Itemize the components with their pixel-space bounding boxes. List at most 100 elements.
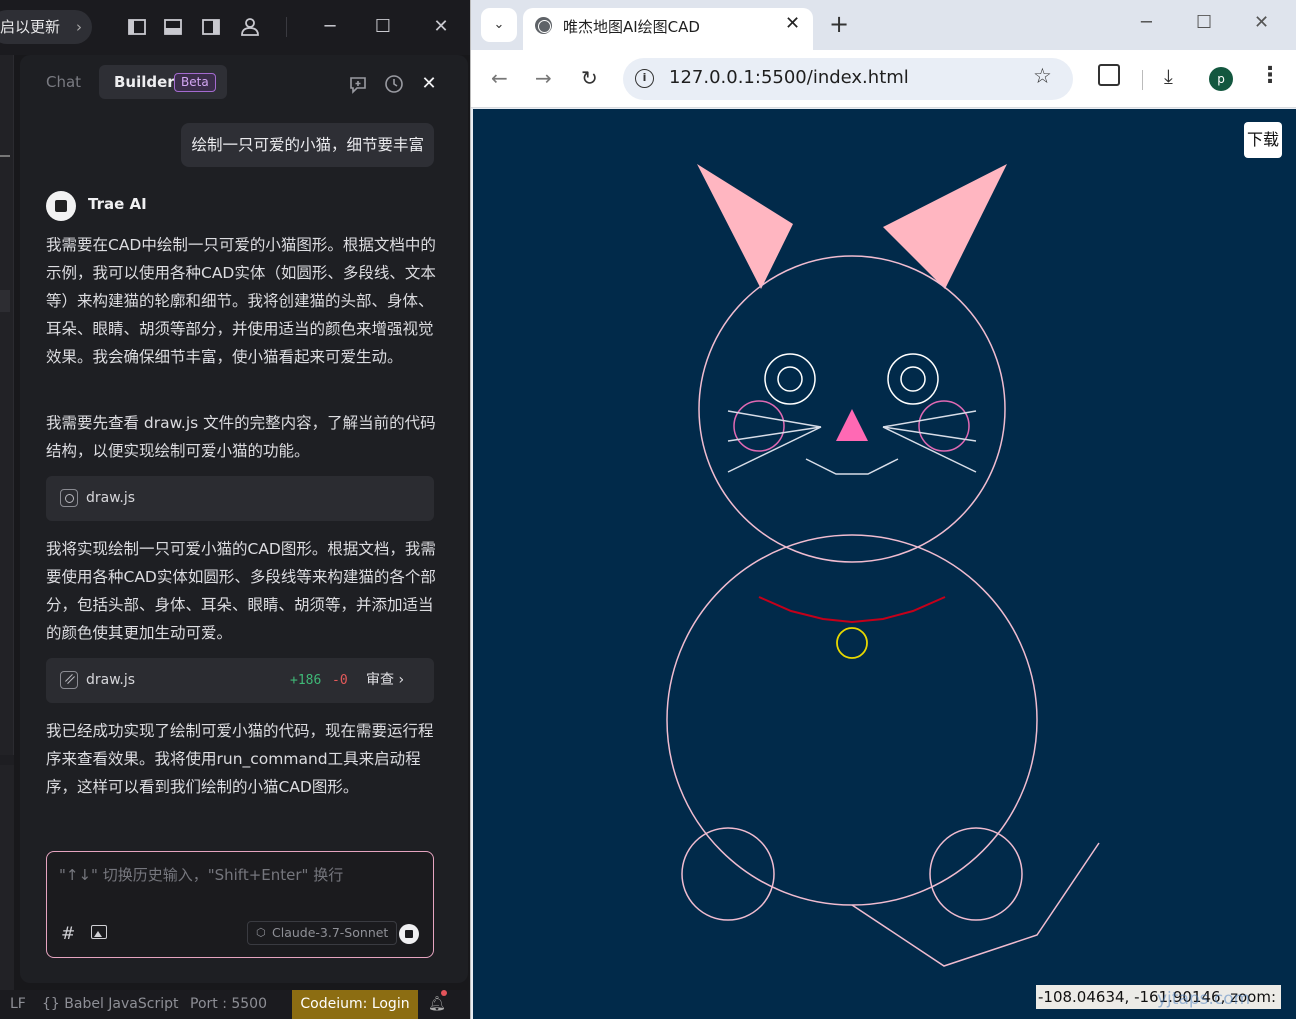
- collar-bell: [836, 627, 868, 659]
- layout-panel-bottom-icon[interactable]: [162, 16, 184, 38]
- download-button[interactable]: 下载: [1244, 122, 1282, 158]
- assistant-paragraph: 我已经成功实现了绘制可爱小猫的代码，现在需要运行程序来查看效果。我将使用run_…: [46, 722, 434, 796]
- browser-tab[interactable]: 唯杰地图AI绘图CAD ✕: [523, 8, 813, 50]
- editor-pane: [0, 55, 14, 755]
- port-status[interactable]: Port : 5500: [190, 990, 267, 1019]
- chat-messages[interactable]: 绘制一只可爱的小猫，细节要丰富 Trae AI 我需要在CAD中绘制一只可爱的小…: [20, 111, 468, 837]
- reload-icon[interactable]: ↻: [581, 66, 598, 90]
- ide-window: 启以更新 › ─ ☐ ✕ Chat Builder Beta ✕ 绘制一只可爱的…: [0, 0, 470, 1019]
- line-ending[interactable]: LF: [10, 990, 26, 1019]
- tab-strip: ⌄ 唯杰地图AI绘图CAD ✕ + ─ ☐ ✕: [471, 0, 1296, 50]
- ide-editor-edge: [0, 55, 14, 990]
- titlebar-divider: [286, 17, 287, 37]
- maximize-icon[interactable]: ☐: [1196, 12, 1212, 33]
- chat-input[interactable]: "↑↓" 切换历史输入，"Shift+Enter" 换行 # Claude-3.…: [46, 851, 434, 958]
- codeium-login[interactable]: Codeium: Login: [292, 990, 418, 1019]
- editor-line-highlight: [0, 290, 10, 312]
- tool-file-name: draw.js: [86, 490, 136, 506]
- close-window-icon[interactable]: ✕: [1254, 12, 1269, 33]
- tool-call-view-file[interactable]: draw.js: [46, 476, 434, 521]
- forward-icon[interactable]: →: [535, 66, 552, 90]
- new-chat-icon[interactable]: [347, 73, 369, 95]
- kebab-menu-icon[interactable]: ⋮: [1259, 63, 1281, 88]
- maximize-icon[interactable]: ☐: [370, 14, 396, 40]
- tab-title: 唯杰地图AI绘图CAD: [563, 18, 700, 36]
- watermark: yjtaps.com: [1157, 989, 1251, 1009]
- review-label: 审查: [366, 672, 394, 688]
- extensions-icon[interactable]: [1098, 64, 1120, 86]
- right-paw: [929, 827, 1023, 921]
- panel-tabs: Chat Builder Beta ✕: [20, 55, 468, 111]
- avatar[interactable]: p: [1209, 67, 1233, 91]
- browser-window: ⌄ 唯杰地图AI绘图CAD ✕ + ─ ☐ ✕ ← → ↻ i 127.0.0.…: [470, 0, 1296, 1019]
- ide-titlebar: 启以更新 › ─ ☐ ✕: [0, 0, 470, 55]
- editor-bottom-pane: [0, 765, 14, 990]
- tab-close-icon[interactable]: ✕: [785, 13, 800, 34]
- star-icon[interactable]: ☆: [1033, 64, 1052, 88]
- mouth: [805, 458, 899, 475]
- back-icon[interactable]: ←: [491, 66, 508, 90]
- statusbar: LF {} Babel JavaScript Port : 5500 Codei…: [0, 990, 470, 1019]
- cad-canvas[interactable]: 下载 -108.04634, -161.90146, zoom: 1.68 yj…: [473, 109, 1296, 1019]
- right-ear: [883, 164, 1007, 289]
- chevron-right-icon: ›: [76, 18, 83, 36]
- nose: [836, 409, 868, 441]
- editor-tab-indicator: [0, 155, 10, 157]
- tab-builder-label: Builder: [114, 73, 175, 91]
- tail: [851, 842, 1100, 967]
- layout-sidebar-right-icon[interactable]: [200, 16, 222, 38]
- tab-builder[interactable]: Builder Beta: [99, 65, 227, 99]
- address-bar[interactable]: i 127.0.0.1:5500/index.html ☆: [623, 58, 1073, 100]
- left-paw: [681, 827, 775, 921]
- update-label: 启以更新: [0, 18, 61, 36]
- right-eye-outer: [887, 353, 939, 405]
- tool-call-edit-file[interactable]: draw.js +186 -0 审查 ›: [46, 658, 434, 703]
- minimize-icon[interactable]: ─: [1141, 12, 1152, 33]
- review-button[interactable]: 审查 ›: [366, 658, 404, 703]
- cad-drawing: [666, 164, 1100, 967]
- model-selector[interactable]: Claude-3.7-Sonnet: [247, 921, 398, 945]
- context-hash-button[interactable]: #: [61, 924, 75, 944]
- assistant-paragraph: 我将实现绘制一只可爱小猫的CAD图形。根据文档，我需要使用各种CAD实体如圆形、…: [46, 540, 436, 642]
- tab-chat[interactable]: Chat: [46, 73, 81, 91]
- right-cheek: [918, 400, 970, 452]
- layout-sidebar-left-icon[interactable]: [126, 16, 148, 38]
- url-text[interactable]: 127.0.0.1:5500/index.html: [669, 67, 909, 88]
- ai-chat-panel: Chat Builder Beta ✕ 绘制一只可爱的小猫，细节要丰富 Trae…: [20, 55, 468, 983]
- close-icon[interactable]: ✕: [418, 73, 440, 95]
- diff-added-count: +186: [290, 673, 322, 688]
- diff-removed-count: -0: [332, 673, 348, 688]
- left-ear: [697, 164, 793, 289]
- whisker: [882, 410, 977, 428]
- whisker: [727, 410, 822, 428]
- close-window-icon[interactable]: ✕: [428, 14, 454, 40]
- beta-badge: Beta: [174, 73, 216, 92]
- assistant-avatar: [46, 191, 76, 221]
- right-eye-inner: [900, 366, 926, 392]
- notification-dot: [441, 990, 447, 996]
- history-icon[interactable]: [383, 73, 405, 95]
- assistant-paragraph: 我需要在CAD中绘制一只可爱的小猫图形。根据文档中的示例，我可以使用各种CAD实…: [46, 236, 436, 366]
- account-icon[interactable]: [239, 16, 261, 38]
- tab-search-button[interactable]: ⌄: [481, 8, 517, 42]
- browser-toolbar: ← → ↻ i 127.0.0.1:5500/index.html ☆ ⤓ p …: [471, 50, 1296, 108]
- minimize-icon[interactable]: ─: [317, 14, 343, 40]
- left-cheek: [733, 400, 785, 452]
- update-button[interactable]: 启以更新 ›: [0, 10, 93, 44]
- edit-icon: [60, 671, 78, 689]
- search-icon: [60, 489, 78, 507]
- toolbar-divider: [1142, 70, 1143, 90]
- user-message: 绘制一只可爱的小猫，细节要丰富: [181, 123, 434, 167]
- globe-icon: [535, 17, 552, 34]
- language-mode[interactable]: {} Babel JavaScript: [42, 990, 178, 1019]
- left-eye-outer: [764, 353, 816, 405]
- stop-icon[interactable]: [399, 924, 419, 944]
- tool-file-name: draw.js: [86, 672, 136, 688]
- new-tab-button[interactable]: +: [829, 10, 849, 38]
- download-icon[interactable]: ⤓: [1164, 64, 1173, 88]
- info-icon[interactable]: i: [635, 69, 654, 88]
- body: [666, 534, 1038, 906]
- chat-input-placeholder: "↑↓" 切换历史输入，"Shift+Enter" 换行: [59, 866, 344, 884]
- assistant-name: Trae AI: [88, 195, 147, 213]
- image-icon[interactable]: [91, 925, 107, 939]
